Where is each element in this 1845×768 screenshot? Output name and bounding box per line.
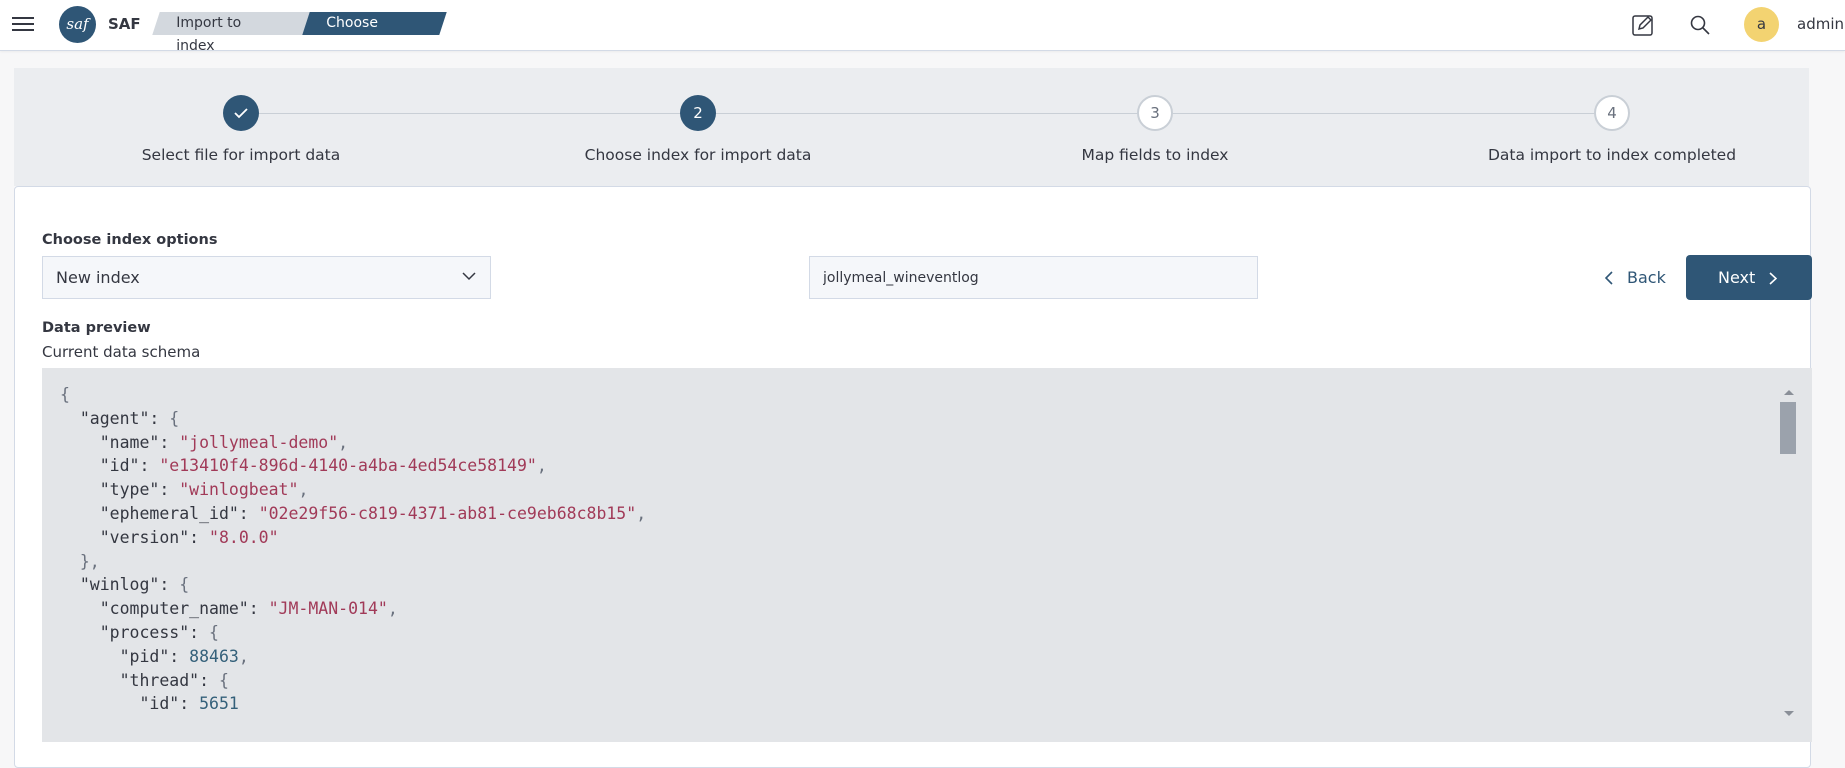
code-token: "pid":	[60, 646, 190, 666]
menu-icon[interactable]	[12, 14, 34, 34]
chevron-right-icon	[1769, 272, 1777, 285]
index-options-select[interactable]: New index	[42, 256, 491, 299]
code-line: "pid": 88463,	[60, 645, 646, 669]
code-token: ,	[536, 456, 547, 476]
step-label: Data import to index completed	[1487, 146, 1737, 164]
next-button[interactable]: Next	[1686, 255, 1812, 300]
code-line: "name": "jollymeal-demo",	[60, 431, 646, 455]
step-2: 2 Choose index for import data	[548, 95, 848, 164]
code-token: "JM-MAN-014"	[268, 599, 388, 619]
code-token: },	[60, 551, 100, 571]
username[interactable]: admin	[1797, 15, 1844, 33]
step-label: Select file for import data	[141, 146, 341, 164]
code-token: "name":	[60, 432, 180, 452]
chevron-left-icon	[1605, 271, 1613, 285]
code-token: ,	[636, 503, 647, 523]
code-token: ,	[298, 480, 309, 500]
step-1: Select file for import data	[91, 95, 391, 164]
main-panel: Choose index options New index Back Next…	[14, 186, 1812, 768]
code-token: {	[209, 622, 219, 642]
breadcrumb-label: Choose index	[326, 15, 378, 54]
code-line: "computer_name": "JM-MAN-014",	[60, 597, 646, 621]
code-token: "process":	[60, 622, 210, 642]
scroll-down-icon[interactable]	[1784, 711, 1794, 716]
back-label: Back	[1627, 268, 1666, 287]
saf-logo[interactable]: saf	[59, 6, 96, 43]
code-token: 5651	[199, 694, 239, 714]
code-token: {	[218, 670, 229, 690]
step-complete-marker	[223, 95, 259, 131]
steps-connector	[255, 113, 1625, 114]
code-token: {	[179, 575, 190, 595]
code-token: "id":	[60, 456, 160, 476]
steps-progress: Select file for import data 2 Choose ind…	[14, 68, 1809, 186]
code-token: "version":	[60, 527, 210, 547]
code-token: {	[169, 408, 180, 428]
scrollbar-thumb[interactable]	[1780, 402, 1796, 454]
scroll-up-icon[interactable]	[1784, 390, 1794, 395]
json-schema-preview: { "agent": { "name": "jollymeal-demo", "…	[60, 383, 646, 716]
code-token: ,	[238, 646, 249, 666]
breadcrumb-import-to-index[interactable]: Import to index	[152, 12, 311, 54]
code-token: "e13410f4-896d-4140-a4ba-4ed54ce58149"	[159, 456, 537, 476]
code-token: "computer_name":	[60, 599, 269, 619]
brand-name: SAF	[108, 15, 141, 33]
code-line: "agent": {	[60, 407, 646, 431]
step-4: 4 Data import to index completed	[1462, 95, 1762, 164]
code-token: {	[60, 385, 70, 404]
step-label: Map fields to index	[1081, 146, 1229, 164]
code-token: "type":	[60, 480, 180, 500]
code-token: "jollymeal-demo"	[179, 432, 339, 452]
code-line: "id": 5651	[60, 692, 646, 716]
step-number: 4	[1594, 95, 1630, 131]
edit-icon[interactable]	[1631, 13, 1655, 37]
code-line: "type": "winlogbeat",	[60, 478, 646, 502]
index-name-input[interactable]	[809, 256, 1258, 299]
code-line: "winlog": {	[60, 573, 646, 597]
code-token: "ephemeral_id":	[60, 503, 259, 523]
code-token: "winlog":	[60, 575, 180, 595]
data-preview-subtitle: Current data schema	[42, 343, 201, 361]
index-options-value: New index	[56, 268, 140, 287]
code-line: },	[60, 550, 646, 574]
code-line: {	[60, 383, 646, 407]
scrollbar[interactable]	[1780, 390, 1796, 716]
code-line: "process": {	[60, 621, 646, 645]
data-preview-title: Data preview	[42, 320, 151, 336]
index-options-label: Choose index options	[42, 232, 218, 248]
code-line: "version": "8.0.0"	[60, 526, 646, 550]
code-line: "ephemeral_id": "02e29f56-c819-4371-ab81…	[60, 502, 646, 526]
code-token: "agent":	[60, 408, 170, 428]
code-token: ,	[387, 599, 398, 619]
code-token: "id":	[60, 694, 200, 714]
step-label: Choose index for import data	[584, 146, 812, 164]
search-icon[interactable]	[1688, 13, 1712, 37]
code-token: "02e29f56-c819-4371-ab81-ce9eb68c8b15"	[258, 503, 637, 523]
data-preview-code[interactable]: { "agent": { "name": "jollymeal-demo", "…	[42, 368, 1812, 742]
step-number: 3	[1137, 95, 1173, 131]
code-line: "thread": {	[60, 669, 646, 693]
code-token: ,	[338, 432, 349, 452]
top-bar: saf SAF Import to index Choose index a a…	[0, 0, 1845, 54]
chevron-down-icon	[462, 272, 476, 281]
code-token: 88463	[189, 646, 239, 666]
code-line: "id": "e13410f4-896d-4140-a4ba-4ed54ce58…	[60, 454, 646, 478]
check-icon	[234, 108, 248, 119]
back-button[interactable]: Back	[1589, 256, 1689, 299]
step-3: 3 Map fields to index	[1005, 95, 1305, 164]
breadcrumb-choose-index: Choose index	[302, 12, 447, 54]
next-label: Next	[1718, 268, 1756, 287]
code-token: "8.0.0"	[209, 527, 279, 547]
step-number: 2	[680, 95, 716, 131]
code-token: "winlogbeat"	[179, 480, 299, 500]
breadcrumb-label: Import to index	[176, 15, 242, 54]
code-token: "thread":	[60, 670, 219, 690]
avatar[interactable]: a	[1744, 7, 1779, 42]
